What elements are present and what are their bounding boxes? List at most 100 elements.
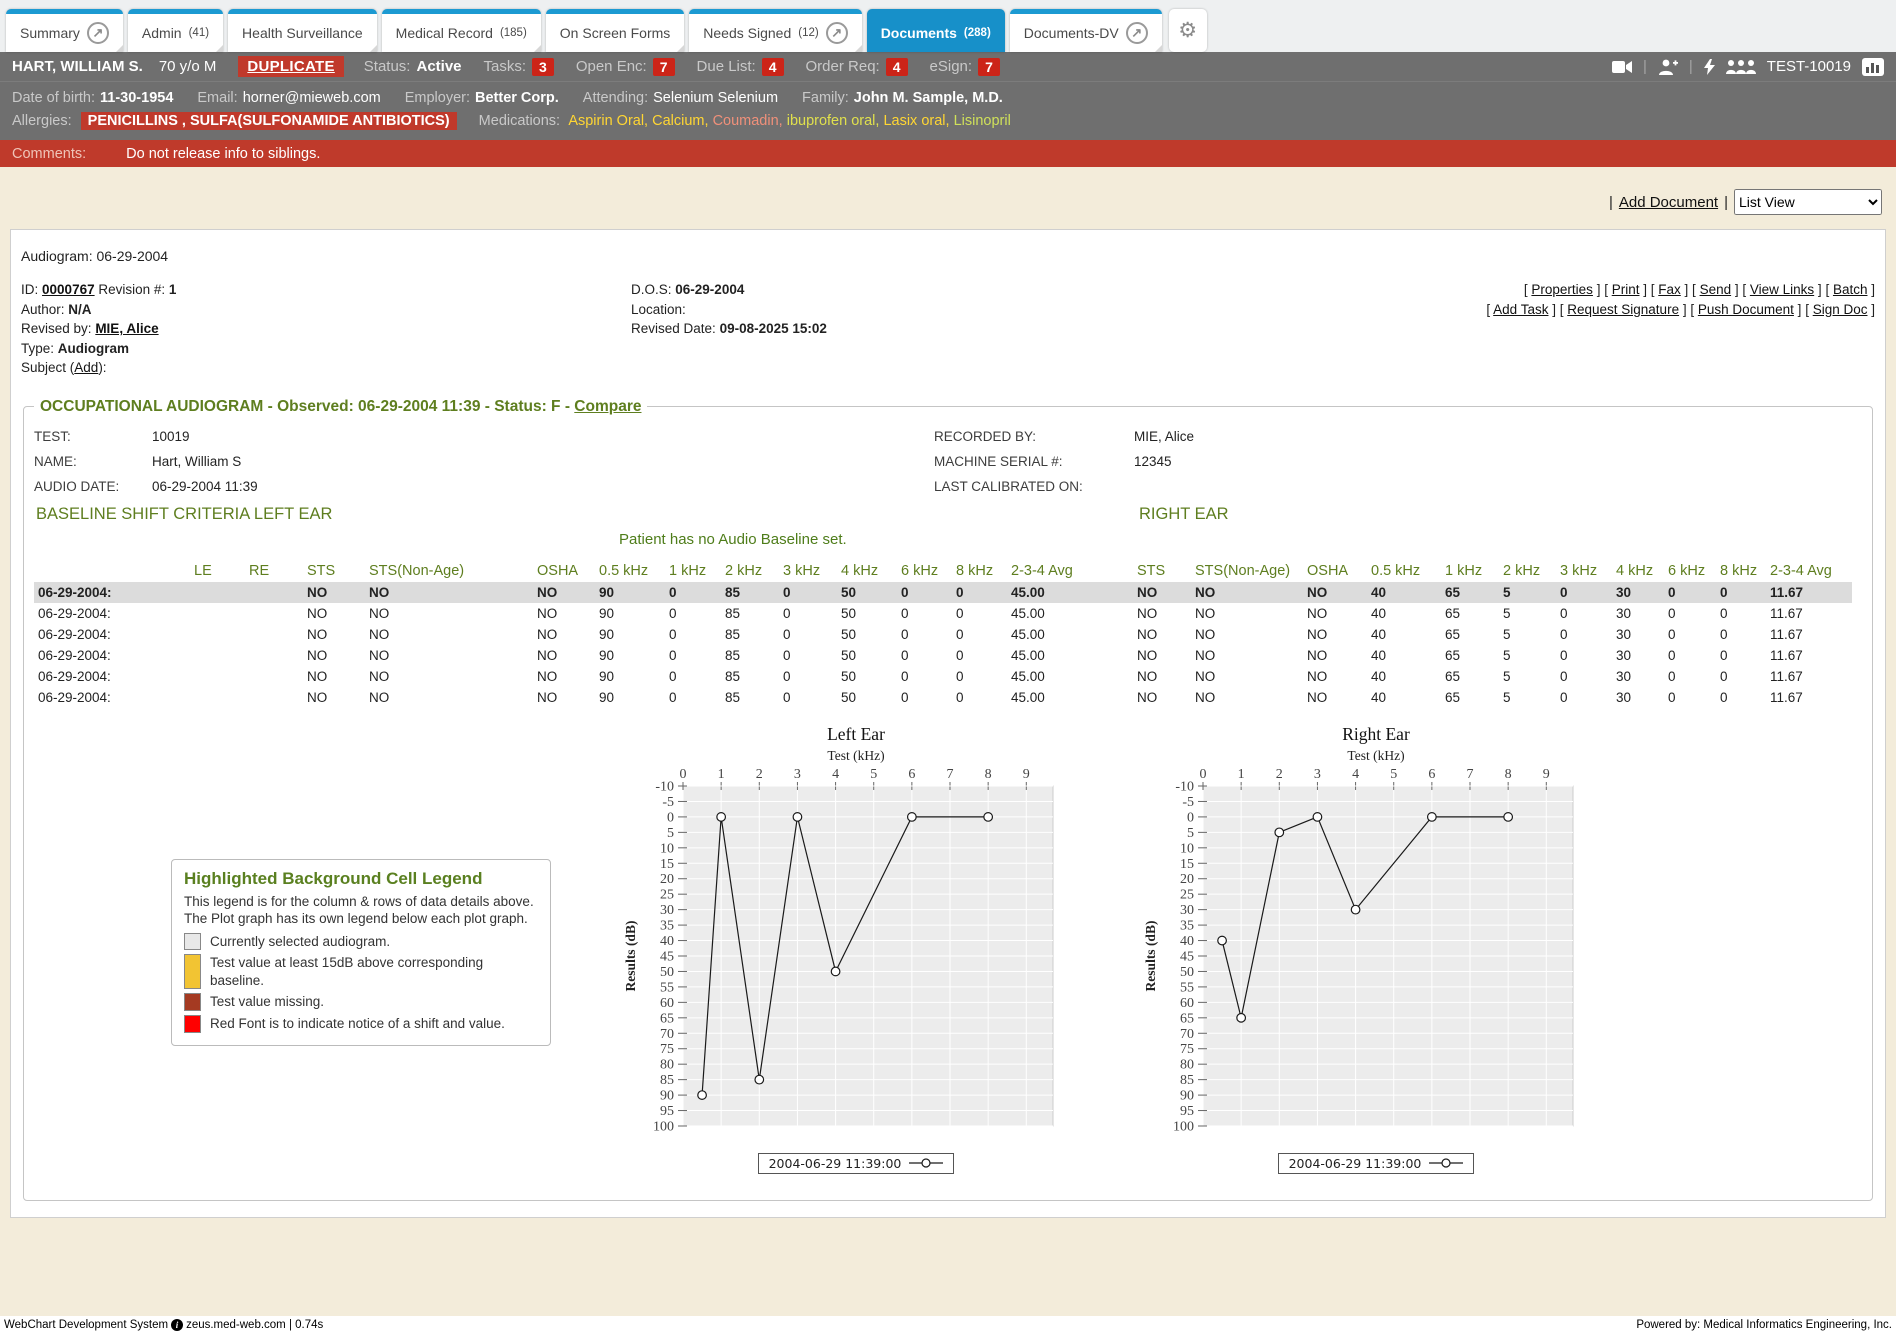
add-user-icon[interactable]	[1658, 59, 1678, 75]
view-links-link[interactable]: View Links	[1750, 282, 1814, 297]
properties-link[interactable]: Properties	[1531, 282, 1593, 297]
left-value: NO	[527, 624, 589, 645]
allergies-medications-row: Allergies: PENICILLINS , SULFA(SULFONAMI…	[12, 110, 1884, 133]
right-value: 11.67	[1760, 687, 1852, 708]
fax-link[interactable]: Fax	[1658, 282, 1681, 297]
tab-summary[interactable]: Summary↗	[6, 9, 123, 52]
left-value: 0	[946, 603, 1001, 624]
svg-text:4: 4	[832, 767, 839, 782]
add-document-link[interactable]: Add Document	[1619, 194, 1718, 211]
audiogram-row[interactable]: 06-29-2004:NONONO900850500045.00NONONO40…	[34, 687, 1852, 708]
left-value: 0	[773, 603, 831, 624]
tab-health-surveillance[interactable]: Health Surveillance	[228, 9, 377, 52]
left-value: 0	[946, 687, 1001, 708]
info-icon[interactable]: i	[171, 1319, 183, 1331]
audiogram-row[interactable]: 06-29-2004:NONONO900850500045.00NONONO40…	[34, 666, 1852, 687]
flash-icon[interactable]	[1704, 59, 1715, 75]
svg-text:25: 25	[1180, 887, 1194, 902]
tab-medical-record[interactable]: Medical Record(185)	[382, 9, 541, 52]
request-signature-link[interactable]: Request Signature	[1567, 302, 1679, 317]
external-link-icon: ↗	[87, 22, 109, 44]
chart-xlabel: Test (kHz)	[621, 748, 1091, 764]
svg-text:65: 65	[660, 1011, 674, 1026]
group-icon[interactable]	[1726, 59, 1756, 74]
add-task-link[interactable]: Add Task	[1493, 302, 1548, 317]
audiogram-row[interactable]: 06-29-2004:NONONO900850500045.00NONONO40…	[34, 603, 1852, 624]
recorded-by-label: RECORDED BY:	[934, 424, 1134, 449]
open-enc-badge[interactable]: 7	[653, 58, 675, 76]
tab-documents-dv[interactable]: Documents-DV↗	[1010, 9, 1162, 52]
settings-button[interactable]: ⚙	[1169, 9, 1207, 52]
type-value: Audiogram	[58, 341, 129, 356]
right-value: 30	[1606, 666, 1658, 687]
batch-link[interactable]: Batch	[1833, 282, 1868, 297]
medication-item[interactable]: Lasix oral,	[883, 113, 953, 129]
svg-text:-10: -10	[1175, 779, 1194, 794]
medication-item[interactable]: Aspirin Oral,	[568, 113, 652, 129]
tab-needs-signed[interactable]: Needs Signed(12)↗	[689, 9, 861, 52]
audiogram-row[interactable]: 06-29-2004:NONONO900850500045.00NONONO40…	[34, 624, 1852, 645]
medication-item[interactable]: Calcium,	[652, 113, 712, 129]
chart-plot: 0123456789-10-50510152025303540455055606…	[1141, 764, 1611, 1134]
tasks-label: Tasks:	[484, 58, 527, 75]
esign-badge[interactable]: 7	[978, 58, 1000, 76]
tab-count: (288)	[964, 27, 991, 39]
tab-label: On Screen Forms	[560, 25, 670, 41]
send-link[interactable]: Send	[1700, 282, 1732, 297]
right-value: 0	[1710, 666, 1760, 687]
print-link[interactable]: Print	[1612, 282, 1640, 297]
right-value: 5	[1493, 582, 1550, 603]
tab-admin[interactable]: Admin(41)	[128, 9, 223, 52]
right-value: 65	[1435, 666, 1493, 687]
tab-documents[interactable]: Documents(288)	[867, 9, 1005, 52]
revised-by-link[interactable]: MIE, Alice	[95, 321, 158, 336]
svg-text:15: 15	[660, 856, 674, 871]
machine-serial-label: MACHINE SERIAL #:	[934, 449, 1134, 474]
audiogram-row[interactable]: 06-29-2004:NONONO900850500045.00NONONO40…	[34, 582, 1852, 603]
svg-text:3: 3	[794, 767, 801, 782]
medication-item[interactable]: Coumadin,	[713, 113, 787, 129]
video-camera-icon[interactable]	[1612, 60, 1632, 74]
medication-item[interactable]: Lisinopril	[954, 113, 1011, 129]
view-select[interactable]: List View	[1734, 189, 1882, 215]
spacer	[1091, 687, 1127, 708]
info-row: RECORDED BY:MIE, Alice	[934, 424, 1194, 449]
col-left-sts-non-age: STS(Non-Age)	[359, 560, 527, 582]
svg-text:95: 95	[660, 1104, 674, 1119]
col-right-2-khz: 2 kHz	[1493, 560, 1550, 582]
document-id-link[interactable]: 0000767	[42, 282, 95, 297]
medication-item[interactable]: ibuprofen oral,	[787, 113, 884, 129]
svg-text:35: 35	[1180, 918, 1194, 933]
tab-on-screen-forms[interactable]: On Screen Forms	[546, 9, 684, 52]
push-document-link[interactable]: Push Document	[1698, 302, 1794, 317]
right-ear-chart: Right EarTest (kHz)0123456789-10-5051015…	[1141, 724, 1611, 1174]
right-value: 11.67	[1760, 624, 1852, 645]
allergies-label: Allergies:	[12, 113, 72, 129]
svg-text:1: 1	[1238, 767, 1245, 782]
recorded-by-value: MIE, Alice	[1134, 424, 1194, 449]
left-value: 85	[715, 645, 773, 666]
subject-add-link[interactable]: Add	[74, 360, 98, 375]
col-right-6-khz: 6 kHz	[1658, 560, 1710, 582]
order-req-label: Order Req:	[806, 58, 880, 75]
spacer	[1091, 666, 1127, 687]
allergies-value[interactable]: PENICILLINS , SULFA(SULFONAMIDE ANTIBIOT…	[81, 112, 457, 130]
due-list-badge[interactable]: 4	[762, 58, 784, 76]
audiogram-table-header: LERESTSSTS(Non-Age)OSHA0.5 kHz1 kHz2 kHz…	[34, 560, 1852, 582]
left-value: 0	[659, 645, 715, 666]
separator: |	[1609, 194, 1613, 211]
tasks-badge[interactable]: 3	[532, 58, 554, 76]
audiogram-row[interactable]: 06-29-2004:NONONO900850500045.00NONONO40…	[34, 645, 1852, 666]
legend-item: Test value missing.	[184, 993, 538, 1011]
order-req-badge[interactable]: 4	[886, 58, 908, 76]
duplicate-flag[interactable]: DUPLICATE	[238, 56, 343, 77]
left-value: 50	[831, 666, 891, 687]
left-value: 85	[715, 582, 773, 603]
compare-link[interactable]: Compare	[574, 398, 641, 415]
location-label: Location:	[631, 302, 686, 317]
spacer	[1091, 645, 1127, 666]
document-actions-row2: [ Add Task ] [ Request Signature ] [ Pus…	[1486, 300, 1875, 320]
flowsheet-chart-icon[interactable]	[1862, 58, 1884, 76]
footer-host[interactable]: zeus.med-web.com | 0.74s	[186, 1319, 323, 1331]
sign-doc-link[interactable]: Sign Doc	[1813, 302, 1868, 317]
